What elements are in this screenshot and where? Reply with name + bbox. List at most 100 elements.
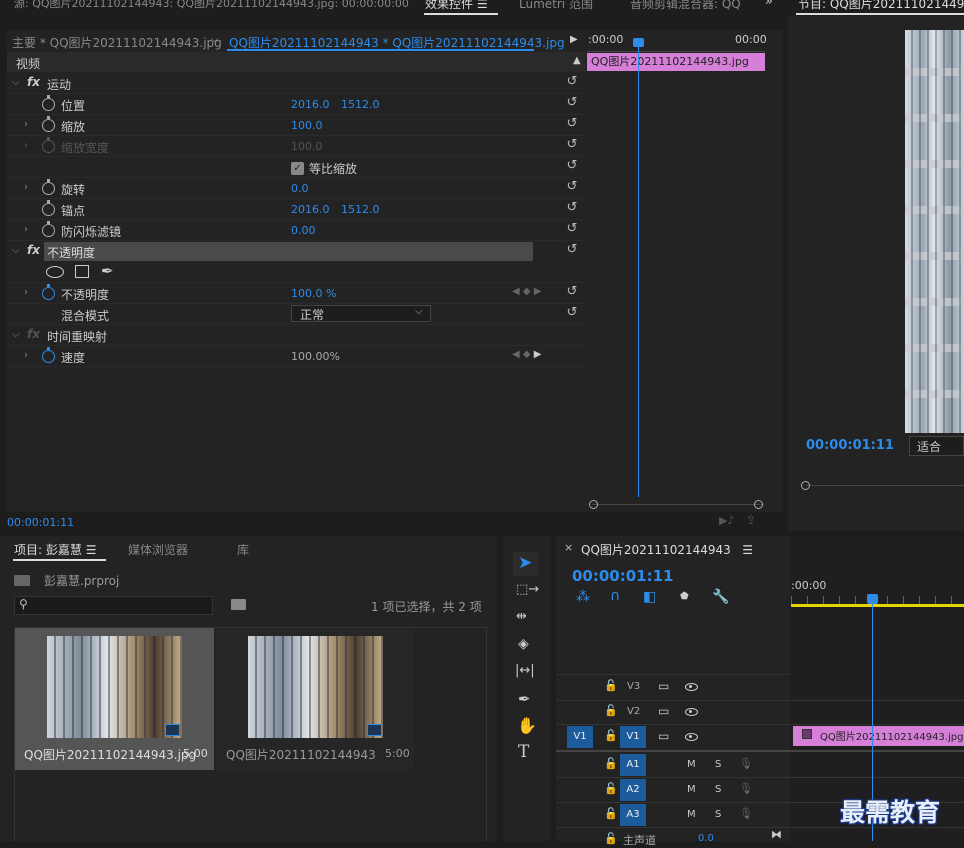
sync-lock-icon[interactable]: ▭ [658,679,669,693]
rotation-value[interactable]: 0.0 [291,182,309,195]
selection-tool-icon[interactable]: ➤ [518,553,532,573]
chevron-expand-icon[interactable]: ⌵ [12,245,20,256]
reset-icon[interactable]: ↺ [565,222,579,236]
section-collapse-icon[interactable]: ▲ [573,55,581,66]
lock-icon[interactable]: 🔓 [604,807,618,820]
lock-icon[interactable]: 🔓 [604,729,618,742]
reset-icon[interactable]: ↺ [565,159,579,173]
solo-button[interactable]: S [715,809,721,820]
reset-icon[interactable]: ↺ [565,285,579,299]
track-a1-target[interactable]: A1 [620,754,646,776]
solo-button[interactable]: S [715,759,721,770]
play-audio-icon[interactable]: ▶♪ [719,514,734,527]
stopwatch-icon[interactable] [42,221,55,237]
chevron-down-icon[interactable]: ⌵ [211,34,219,45]
chevron-right-icon[interactable]: › [24,182,28,193]
ec-clip-bar[interactable]: QQ图片20211102144943.jpg [587,53,765,71]
nest-icon[interactable]: ⁂ [576,589,590,605]
audio-mixer-tab[interactable]: 音频剪辑混合器: QQ [630,0,741,12]
lock-icon[interactable]: 🔓 [604,704,618,717]
stopwatch-icon[interactable] [42,347,55,363]
keyframe-nav-icon[interactable]: ◀ ◆ ▶ [512,349,541,360]
lock-icon[interactable]: 🔓 [604,782,618,795]
sync-lock-icon[interactable]: ▭ [658,729,669,743]
microphone-icon[interactable]: 🎙 [739,757,753,770]
reset-icon[interactable]: ↺ [565,138,579,152]
stopwatch-icon[interactable] [42,284,55,300]
stopwatch-icon[interactable] [42,95,55,111]
reset-icon[interactable]: ↺ [565,75,579,89]
play-arrow-icon[interactable]: ▶ [570,34,578,45]
lock-icon[interactable]: 🔓 [604,757,618,770]
reset-icon[interactable]: ↺ [565,117,579,131]
lumetri-tab[interactable]: Lumetri 范围 [519,0,593,12]
ec-zoom-scrollbar[interactable] [592,504,764,505]
mute-button[interactable]: M [687,784,696,795]
type-tool-icon[interactable]: T [518,742,529,762]
new-bin-icon[interactable] [231,599,246,610]
reset-icon[interactable]: ↺ [565,306,579,320]
pen-tool-icon[interactable]: ✒ [518,690,531,708]
work-area-bar[interactable] [791,604,964,607]
rectangle-mask-icon[interactable] [75,265,89,278]
effect-controls-tab[interactable]: 效果控件 ☰ [425,0,488,12]
microphone-icon[interactable]: 🎙 [739,782,753,795]
track-a3-target[interactable]: A3 [620,804,646,826]
sync-lock-icon[interactable]: ▭ [658,704,669,718]
chevron-right-icon[interactable]: › [24,350,28,361]
ripple-edit-tool-icon[interactable]: ⇹ [516,609,527,624]
timeline-timecode[interactable]: 00:00:01:11 [572,567,674,585]
reset-icon[interactable]: ↺ [565,96,579,110]
stopwatch-icon[interactable] [42,179,55,195]
position-y-value[interactable]: 1512.0 [341,98,380,111]
keyframe-nav-icon[interactable]: ◀ ◆ ▶ [512,286,541,297]
project-tab[interactable]: 项目: 彭嘉慧 ☰ [14,541,96,558]
stopwatch-icon[interactable] [42,116,55,132]
anchor-x-value[interactable]: 2016.0 [291,203,330,216]
razor-tool-icon[interactable]: ◈ [518,636,529,652]
solo-button[interactable]: S [715,784,721,795]
ec-timeline[interactable] [587,30,767,510]
program-timecode[interactable]: 00:00:01:11 [806,438,894,453]
uniform-scale-checkbox[interactable]: ✓ [291,162,304,175]
reset-icon[interactable]: ↺ [565,243,579,257]
anchor-y-value[interactable]: 1512.0 [341,203,380,216]
panel-menu-icon[interactable]: ☰ [86,543,97,557]
lock-icon[interactable]: 🔓 [604,832,618,845]
scroll-handle-left[interactable] [589,500,598,509]
sequence-tab[interactable]: QQ图片20211102144943 ☰ [581,541,753,558]
eye-icon[interactable] [685,708,698,716]
opacity-section-label[interactable]: 不透明度 [47,244,95,261]
scale-value[interactable]: 100.0 [291,119,323,132]
marker-icon[interactable]: ⬟ [680,591,689,602]
ec-timecode[interactable]: 00:00:01:11 [7,516,74,529]
mute-button[interactable]: M [687,809,696,820]
master-volume[interactable]: 0.0 [698,833,714,844]
source-patch-v1[interactable]: V1 [567,726,593,748]
scroll-handle-right[interactable] [754,500,763,509]
snap-icon[interactable]: ∩ [610,588,620,604]
chevron-expand-icon[interactable]: ⌵ [12,329,20,340]
track-a2-target[interactable]: A2 [620,779,646,801]
chevron-right-icon[interactable]: › [24,287,28,298]
microphone-icon[interactable]: 🎙 [739,807,753,820]
more-tabs-icon[interactable]: » [765,0,773,9]
program-tab[interactable]: 节目: QQ图片20211102144943 [798,0,964,12]
scroll-handle-left[interactable] [801,481,810,490]
search-input[interactable] [14,596,213,615]
hand-tool-icon[interactable]: ✋ [517,716,537,735]
eye-icon[interactable] [685,733,698,741]
close-icon[interactable]: × [564,541,573,554]
wrench-icon[interactable]: 🔧 [712,589,729,605]
reset-icon[interactable]: ↺ [565,201,579,215]
chevron-expand-icon[interactable]: ⌵ [12,77,20,88]
eye-icon[interactable] [685,683,698,691]
ec-playhead[interactable] [638,40,639,497]
source-tab[interactable]: 源: QQ图片20211102144943: QQ图片2021110214494… [14,0,409,11]
timeline-playhead-handle[interactable] [867,594,878,604]
panel-menu-icon[interactable]: ☰ [742,543,753,557]
pen-mask-icon[interactable]: ✒ [101,262,114,280]
reset-icon[interactable]: ↺ [565,180,579,194]
ellipse-mask-icon[interactable] [46,266,64,278]
anti-flicker-value[interactable]: 0.00 [291,224,316,237]
